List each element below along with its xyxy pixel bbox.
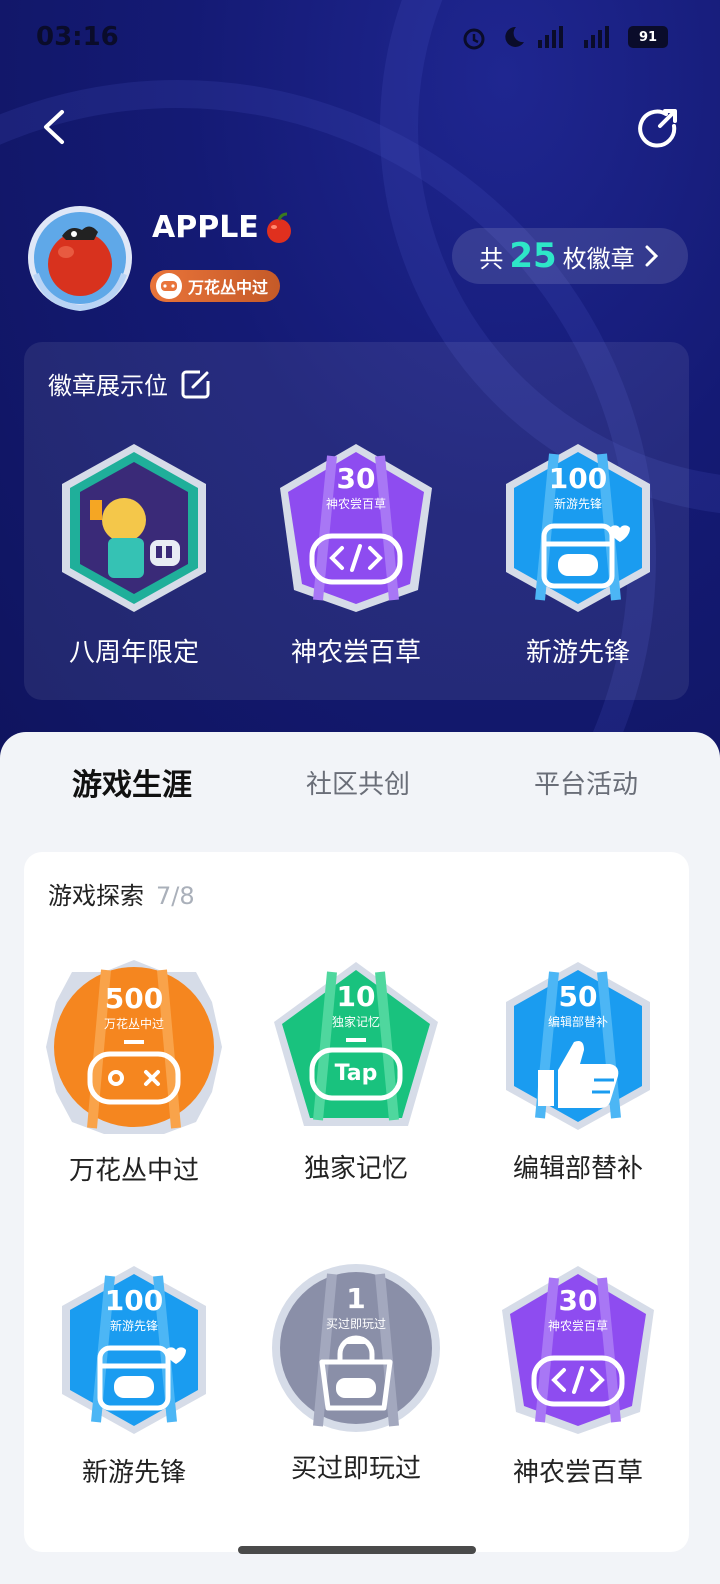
shennong-badge-icon: 30 神农尝百草: [502, 1266, 654, 1434]
username-text: APPLE: [152, 210, 259, 245]
showcase-badge-label: 神农尝百草: [290, 638, 421, 668]
shennong-number: 30: [337, 462, 376, 495]
avatar[interactable]: [26, 204, 134, 312]
badge-label: 编辑部替补: [512, 1154, 643, 1184]
newgame-badge-icon: 100 新游先锋: [506, 444, 650, 612]
newgame-number: 100: [105, 1284, 163, 1317]
tab-label: 社区共创: [306, 770, 411, 800]
newgame-number: 100: [549, 462, 607, 495]
newgame-caption: 新游先锋: [554, 496, 602, 511]
showcase-title: 徽章展示位: [48, 366, 212, 401]
badge-label: 万花丛中过: [68, 1156, 199, 1186]
username: APPLE: [152, 210, 295, 245]
section-progress: 7/8: [156, 882, 195, 910]
total-suffix: 枚徽章: [562, 244, 635, 273]
badge-newgame[interactable]: 100 新游先锋 新游先锋: [24, 1262, 244, 1489]
total-prefix: 共: [479, 244, 504, 273]
profile-header: 03:16 91 APPLE 万花丛中过 共 25 枚徽章 徽章展示位 八周年限…: [0, 0, 720, 780]
badge-label: 买过即玩过: [290, 1454, 421, 1484]
bought-played-caption: 买过即玩过: [326, 1317, 386, 1331]
tab-label: 平台活动: [534, 770, 639, 800]
status-time: 03:16: [36, 22, 119, 52]
total-badges-button[interactable]: 共 25 枚徽章: [452, 228, 688, 284]
section-title: 游戏探索 7/8: [48, 876, 195, 911]
shennong-number: 30: [559, 1284, 598, 1317]
tab-game-career[interactable]: 游戏生涯: [72, 760, 192, 804]
badge-bought-played[interactable]: 1 买过即玩过 买过即玩过: [246, 1262, 466, 1485]
status-bar: 03:16 91: [0, 0, 720, 80]
signal-icon: [538, 26, 563, 48]
badge-wanhua[interactable]: 500 万花丛中过 万花丛中过: [24, 958, 244, 1187]
badge-label: 独家记忆: [303, 1154, 408, 1184]
badge-showcase: 徽章展示位 八周年限定 30 神农尝百草 神农尝百草 100 新游先锋 新游先锋: [24, 342, 689, 700]
exclusive-memory-caption: 独家记忆: [332, 1014, 380, 1029]
exclusive-memory-number: 10: [337, 980, 376, 1013]
showcase-badge-label: 新游先锋: [525, 638, 630, 668]
game-explore-card: 游戏探索 7/8 500 万花丛中过 万花丛中过 10 独家记忆 Tap 独家记…: [24, 852, 689, 1552]
badge-shennong[interactable]: 30 神农尝百草 神农尝百草: [468, 1262, 688, 1489]
alarm-icon: [463, 28, 485, 50]
badge-label: 新游先锋: [81, 1458, 186, 1488]
category-tabs: 游戏生涯 社区共创 平台活动: [0, 760, 720, 820]
wanhua-badge-icon: 500 万花丛中过: [46, 960, 222, 1134]
badge-editorial-sub[interactable]: 50 编辑部替补 编辑部替补: [468, 958, 688, 1185]
editorial-sub-number: 50: [559, 980, 598, 1013]
share-button[interactable]: [636, 104, 680, 150]
bought-played-number: 1: [346, 1282, 365, 1315]
wanhua-caption: 万花丛中过: [104, 1016, 164, 1031]
badge-exclusive-memory[interactable]: 10 独家记忆 Tap 独家记忆: [246, 958, 466, 1185]
title-badge-text: 万花丛中过: [188, 278, 269, 297]
showcase-badge-shennong[interactable]: 30 神农尝百草 神农尝百草: [256, 440, 456, 669]
anniversary-badge-icon: [62, 444, 206, 612]
editorial-sub-caption: 编辑部替补: [548, 1014, 608, 1029]
tab-label: 游戏生涯: [72, 768, 192, 803]
shennong-caption: 神农尝百草: [548, 1318, 608, 1333]
tab-platform-events[interactable]: 平台活动: [534, 764, 638, 801]
newgame-caption: 新游先锋: [110, 1318, 158, 1333]
exclusive-memory-badge-icon: 10 独家记忆 Tap: [274, 962, 438, 1126]
tap-text: Tap: [335, 1061, 378, 1086]
section-title-text: 游戏探索: [48, 882, 144, 910]
gamepad-icon: [156, 273, 182, 299]
wanhua-number: 500: [105, 982, 163, 1015]
total-count: 25: [509, 236, 557, 276]
battery-icon: 91: [628, 26, 668, 48]
shennong-caption: 神农尝百草: [326, 496, 386, 511]
showcase-badge-anniversary[interactable]: 八周年限定: [34, 440, 234, 669]
moon-icon: [505, 26, 524, 47]
badge-list-sheet: 游戏生涯 社区共创 平台活动 游戏探索 7/8 500 万花丛中过 万花丛中过 …: [0, 732, 720, 1584]
showcase-badge-label: 八周年限定: [68, 638, 199, 668]
editorial-sub-badge-icon: 50 编辑部替补: [506, 962, 650, 1130]
shennong-badge-icon: 30 神农尝百草: [280, 444, 432, 612]
showcase-title-text: 徽章展示位: [48, 372, 168, 400]
newgame-badge-icon: 100 新游先锋: [62, 1266, 206, 1434]
showcase-badge-newgame[interactable]: 100 新游先锋 新游先锋: [478, 440, 678, 669]
badge-label: 神农尝百草: [512, 1458, 643, 1488]
signal-icon-2: [584, 26, 609, 48]
title-badge[interactable]: 万花丛中过: [150, 270, 281, 302]
chevron-right-icon: [645, 245, 658, 267]
bought-played-badge-icon: 1 买过即玩过: [272, 1264, 440, 1432]
tab-community[interactable]: 社区共创: [306, 764, 410, 801]
apple-icon: [266, 212, 291, 243]
back-button[interactable]: [36, 104, 76, 150]
home-indicator[interactable]: [238, 1546, 476, 1554]
edit-icon[interactable]: [180, 368, 212, 400]
